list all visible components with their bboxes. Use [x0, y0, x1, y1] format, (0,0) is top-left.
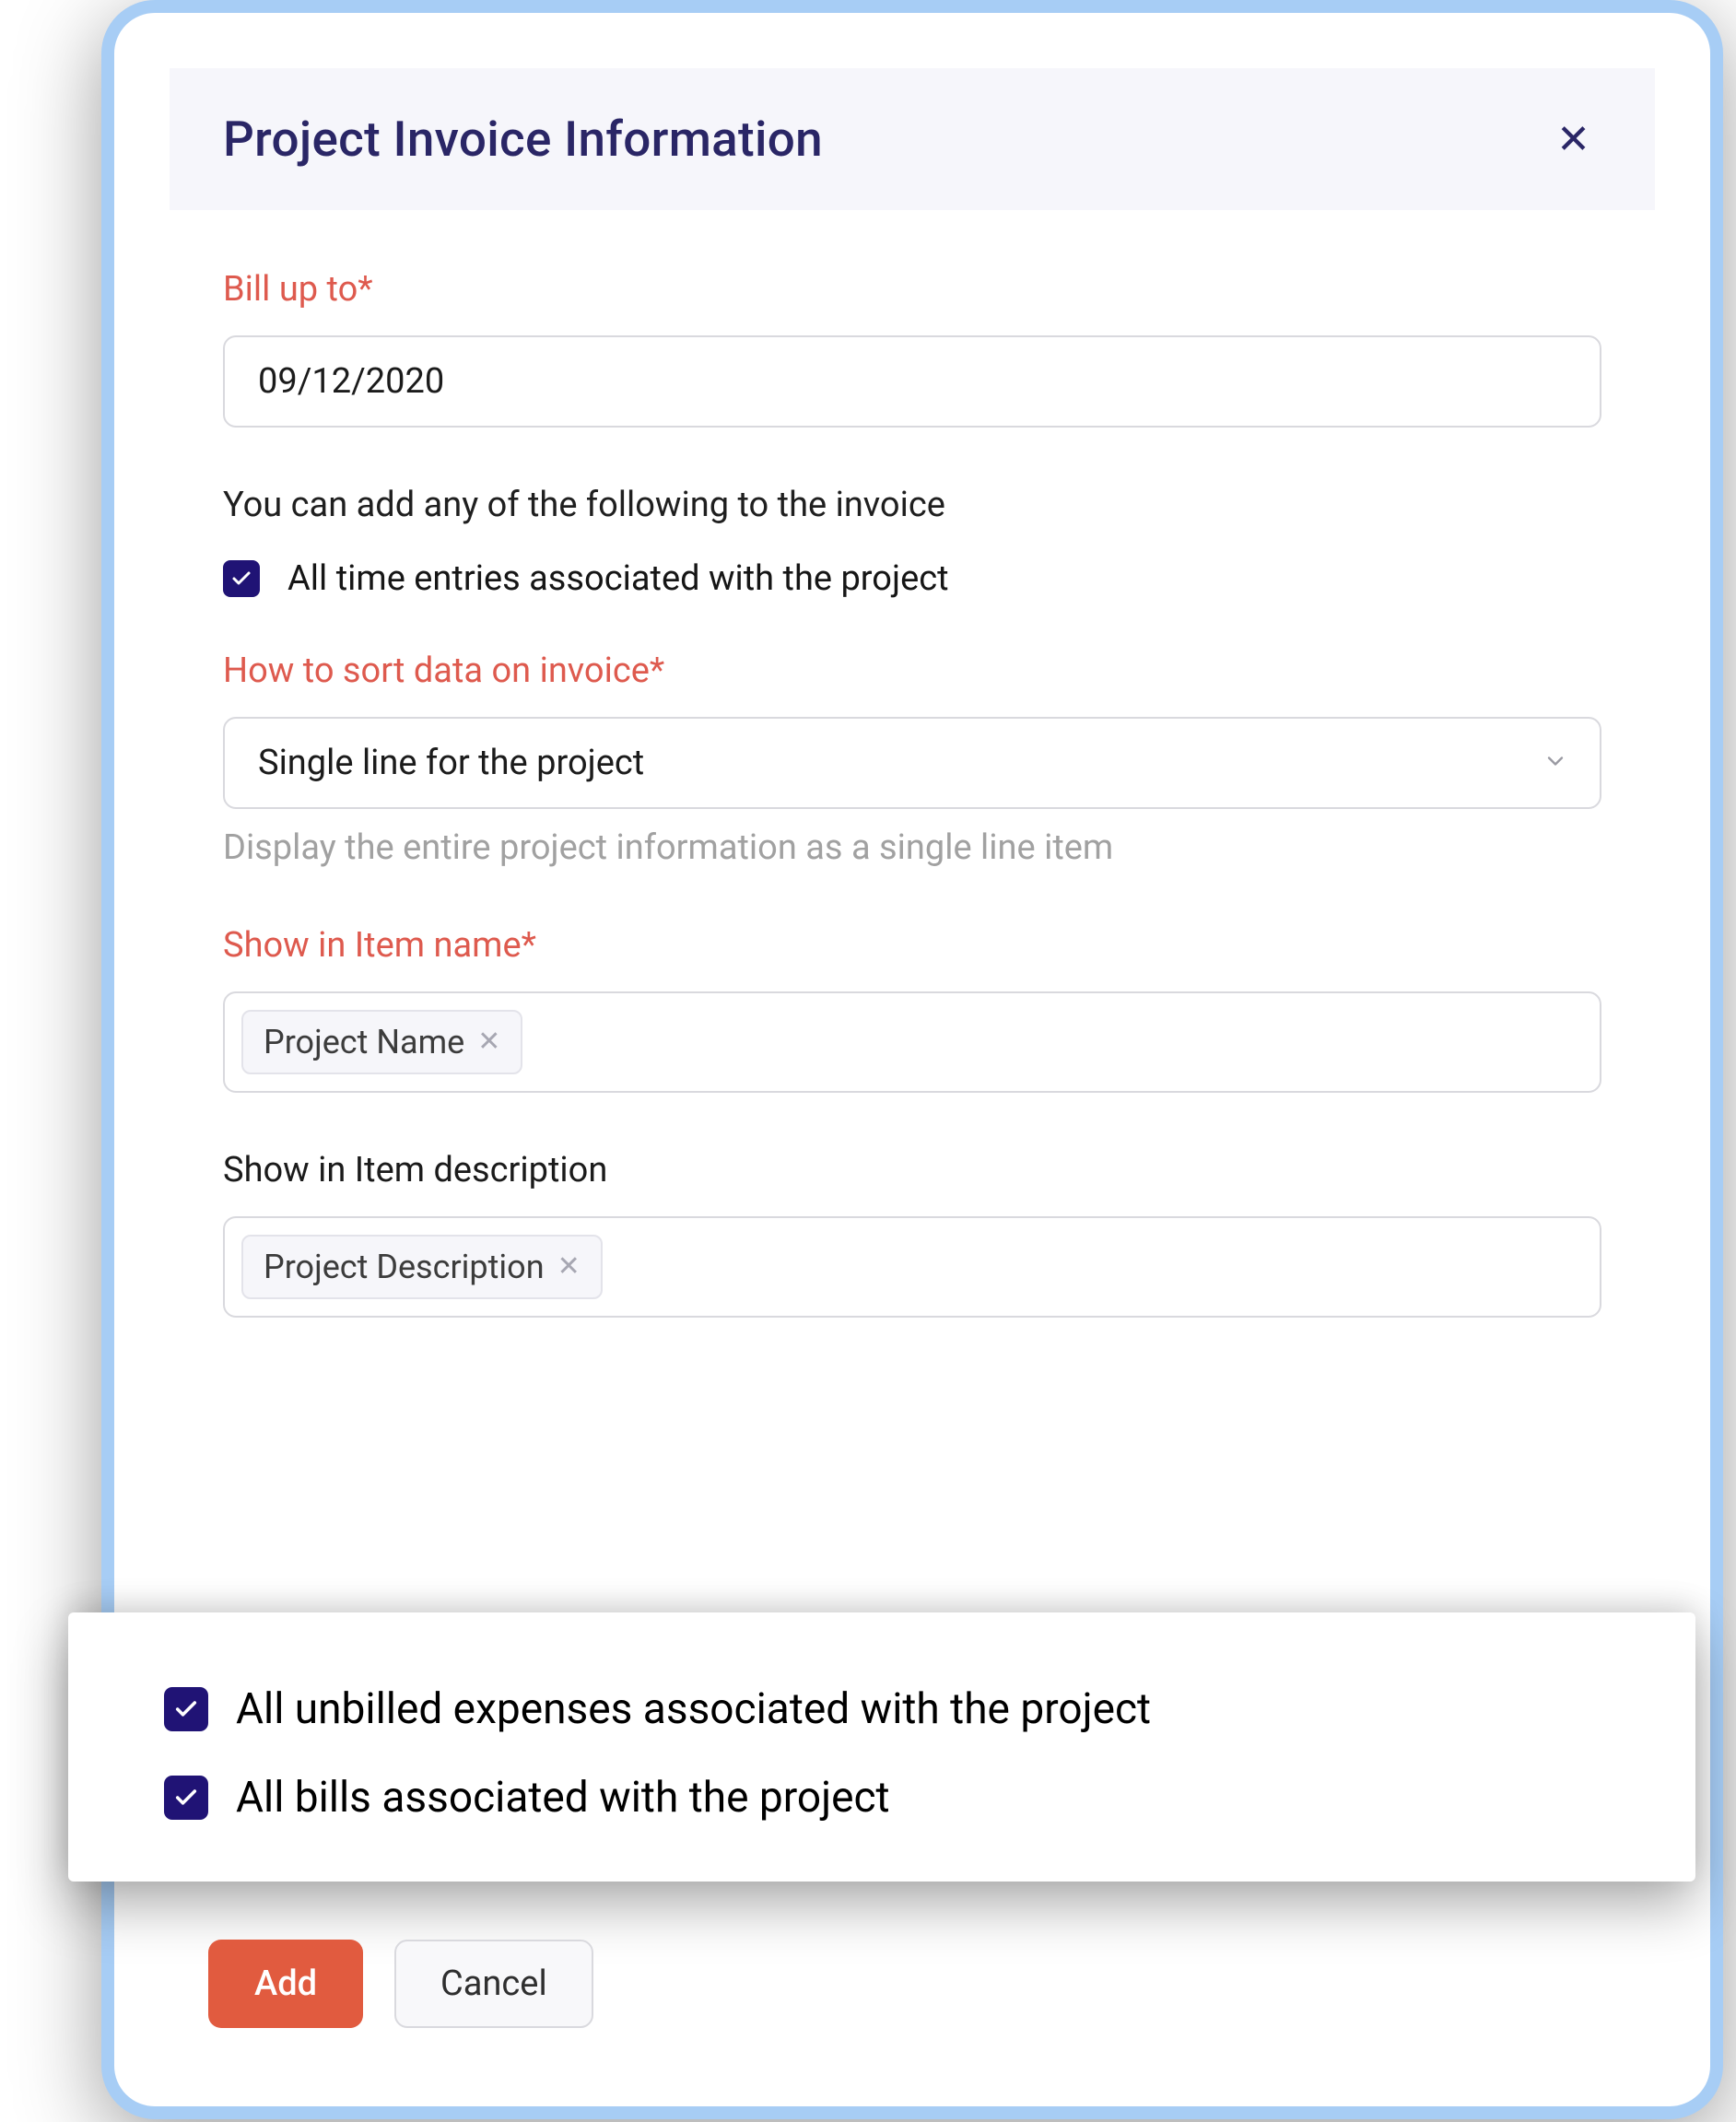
- dialog-body: Bill up to* 09/12/2020 You can add any o…: [170, 210, 1655, 1318]
- item-desc-input[interactable]: Project Description ✕: [223, 1216, 1601, 1318]
- tag-remove-icon[interactable]: ✕: [477, 1028, 500, 1056]
- unbilled-expenses-checkbox[interactable]: [164, 1687, 208, 1731]
- bills-checkbox[interactable]: [164, 1776, 208, 1820]
- sort-hint: Display the entire project information a…: [223, 827, 1601, 868]
- dialog-title: Project Invoice Information: [223, 111, 823, 168]
- dialog-header: Project Invoice Information ✕: [170, 68, 1655, 210]
- unbilled-expenses-label: All unbilled expenses associated with th…: [236, 1684, 1151, 1734]
- bill-up-to-input[interactable]: 09/12/2020: [223, 335, 1601, 428]
- unbilled-expenses-row: All unbilled expenses associated with th…: [164, 1684, 1600, 1734]
- item-name-block: Show in Item name* Project Name ✕: [223, 925, 1601, 1093]
- time-entries-row: All time entries associated with the pro…: [223, 558, 1601, 599]
- tag-label: Project Name: [264, 1023, 464, 1061]
- add-button[interactable]: Add: [208, 1940, 363, 2028]
- bills-label: All bills associated with the project: [236, 1773, 890, 1823]
- sort-block: How to sort data on invoice* Single line…: [223, 651, 1601, 868]
- add-following-hint: You can add any of the following to the …: [223, 485, 1601, 525]
- sort-select[interactable]: Single line for the project: [223, 717, 1601, 809]
- close-icon[interactable]: ✕: [1545, 111, 1601, 167]
- item-desc-block: Show in Item description Project Descrip…: [223, 1150, 1601, 1318]
- item-name-label: Show in Item name*: [223, 925, 1601, 966]
- bill-up-to-label: Bill up to*: [223, 269, 1601, 310]
- item-desc-tag: Project Description ✕: [241, 1235, 603, 1299]
- item-desc-label: Show in Item description: [223, 1150, 1601, 1190]
- tag-label: Project Description: [264, 1248, 545, 1286]
- overlay-checkbox-card: All unbilled expenses associated with th…: [68, 1612, 1695, 1882]
- bills-row: All bills associated with the project: [164, 1773, 1600, 1823]
- tag-remove-icon[interactable]: ✕: [557, 1253, 581, 1281]
- chevron-down-icon: [1542, 743, 1568, 783]
- item-name-input[interactable]: Project Name ✕: [223, 991, 1601, 1093]
- item-name-tag: Project Name ✕: [241, 1010, 522, 1074]
- check-icon: [173, 1696, 199, 1722]
- check-icon: [173, 1785, 199, 1811]
- cancel-button[interactable]: Cancel: [394, 1940, 593, 2028]
- time-entries-label: All time entries associated with the pro…: [287, 558, 949, 599]
- bill-up-to-block: Bill up to* 09/12/2020: [223, 269, 1601, 428]
- time-entries-checkbox[interactable]: [223, 560, 260, 597]
- sort-label: How to sort data on invoice*: [223, 651, 1601, 691]
- dialog-footer: Add Cancel: [208, 1940, 593, 2028]
- check-icon: [230, 568, 252, 590]
- sort-value: Single line for the project: [258, 743, 644, 783]
